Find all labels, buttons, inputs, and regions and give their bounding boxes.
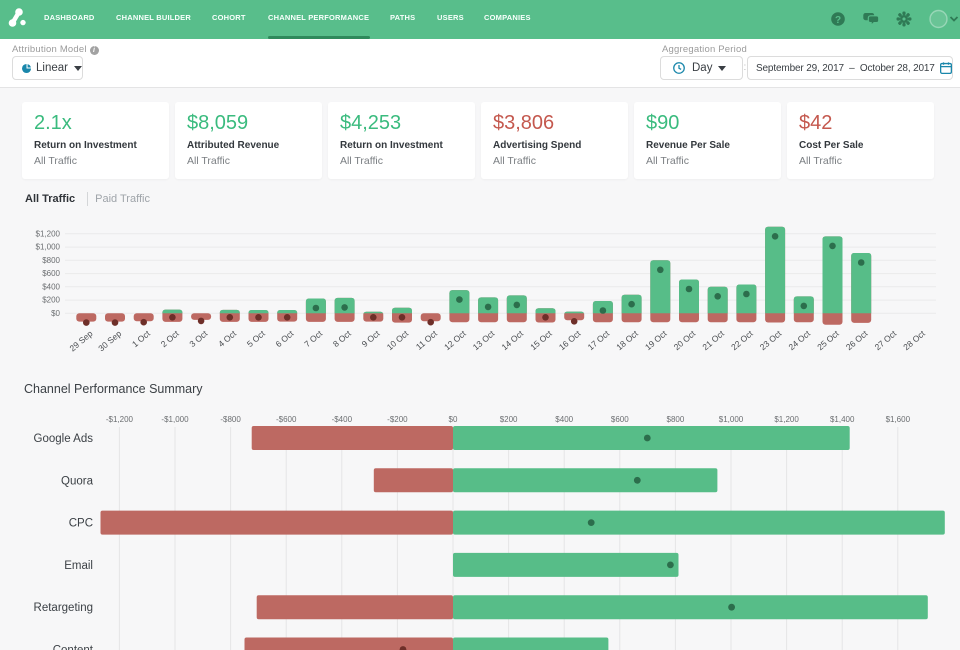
svg-text:-$400: -$400 xyxy=(332,415,353,424)
svg-text:4 Oct: 4 Oct xyxy=(216,328,238,349)
svg-text:Quora: Quora xyxy=(61,475,94,487)
svg-text:8 Oct: 8 Oct xyxy=(331,328,353,349)
svg-text:$400: $400 xyxy=(555,415,573,424)
svg-text:$200: $200 xyxy=(500,415,518,424)
svg-text:19 Oct: 19 Oct xyxy=(643,328,669,352)
svg-text:$1,400: $1,400 xyxy=(830,415,855,424)
svg-text:-$800: -$800 xyxy=(220,415,241,424)
svg-text:13 Oct: 13 Oct xyxy=(471,328,497,352)
svg-text:Email: Email xyxy=(64,560,93,572)
svg-text:28 Oct: 28 Oct xyxy=(901,328,927,352)
svg-text:29 Sep: 29 Sep xyxy=(68,328,95,353)
svg-text:15 Oct: 15 Oct xyxy=(528,328,554,352)
svg-text:20 Oct: 20 Oct xyxy=(672,328,698,352)
svg-text:$800: $800 xyxy=(42,256,60,265)
svg-text:27 Oct: 27 Oct xyxy=(873,328,899,352)
svg-text:$1,600: $1,600 xyxy=(886,415,911,424)
svg-text:16 Oct: 16 Oct xyxy=(557,328,583,352)
svg-text:5 Oct: 5 Oct xyxy=(245,328,267,349)
svg-text:Content: Content xyxy=(53,645,94,650)
svg-text:$1,000: $1,000 xyxy=(719,415,744,424)
svg-text:$600: $600 xyxy=(611,415,629,424)
svg-text:$200: $200 xyxy=(42,296,60,305)
svg-text:25 Oct: 25 Oct xyxy=(815,328,841,352)
svg-text:$400: $400 xyxy=(42,282,60,291)
svg-text:6 Oct: 6 Oct xyxy=(273,328,295,349)
svg-text:$0: $0 xyxy=(51,309,60,318)
svg-text:$1,000: $1,000 xyxy=(36,243,61,252)
svg-text:14 Oct: 14 Oct xyxy=(499,328,525,352)
svg-text:$800: $800 xyxy=(667,415,685,424)
svg-text:$0: $0 xyxy=(449,415,458,424)
svg-text:30 Sep: 30 Sep xyxy=(96,328,123,353)
svg-text:?: ? xyxy=(835,15,841,26)
svg-text:Retargeting: Retargeting xyxy=(34,602,93,614)
svg-text:-$200: -$200 xyxy=(387,415,408,424)
svg-text:$1,200: $1,200 xyxy=(36,229,61,238)
svg-text:22 Oct: 22 Oct xyxy=(729,328,755,352)
svg-text:17 Oct: 17 Oct xyxy=(586,328,612,352)
svg-text:CPC: CPC xyxy=(69,518,93,530)
svg-text:$600: $600 xyxy=(42,269,60,278)
svg-text:-$1,000: -$1,000 xyxy=(161,415,189,424)
svg-text:11 Oct: 11 Oct xyxy=(414,328,440,352)
svg-text:26 Oct: 26 Oct xyxy=(844,328,870,352)
svg-text:21 Oct: 21 Oct xyxy=(700,328,726,352)
svg-text:2 Oct: 2 Oct xyxy=(159,328,181,349)
svg-text:-$1,200: -$1,200 xyxy=(106,415,134,424)
svg-text:3 Oct: 3 Oct xyxy=(187,328,209,349)
svg-text:9 Oct: 9 Oct xyxy=(360,328,382,349)
svg-text:12 Oct: 12 Oct xyxy=(442,328,468,352)
svg-text:-$600: -$600 xyxy=(276,415,297,424)
svg-text:10 Oct: 10 Oct xyxy=(385,328,411,352)
svg-text:18 Oct: 18 Oct xyxy=(614,328,640,352)
svg-text:1 Oct: 1 Oct xyxy=(130,328,152,349)
svg-text:Google Ads: Google Ads xyxy=(34,433,94,445)
svg-text:$1,200: $1,200 xyxy=(774,415,799,424)
svg-text:23 Oct: 23 Oct xyxy=(758,328,784,352)
svg-text:7 Oct: 7 Oct xyxy=(302,328,324,349)
svg-text:24 Oct: 24 Oct xyxy=(786,328,812,352)
